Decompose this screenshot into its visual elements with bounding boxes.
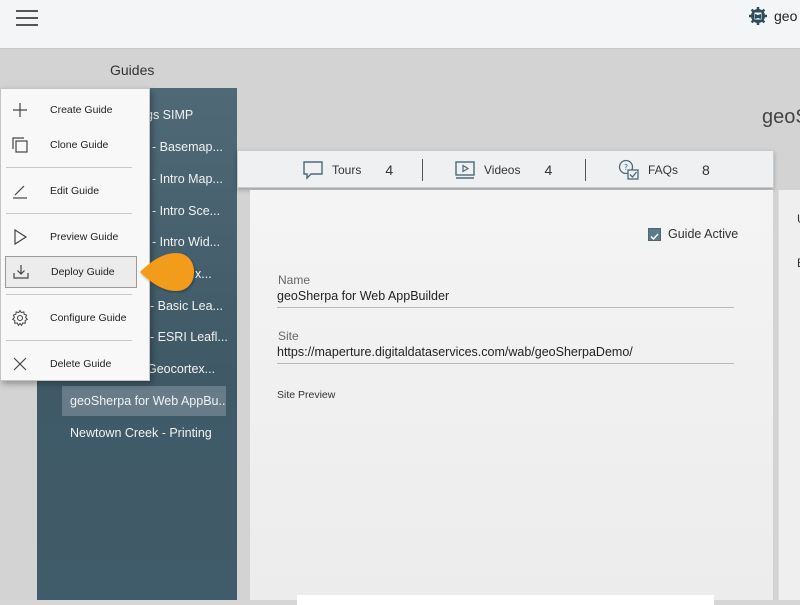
- preview-guide-menu-item[interactable]: Preview Guide: [5, 221, 137, 253]
- clone-guide-menu-item[interactable]: Clone Guide: [5, 129, 137, 161]
- name-label: Name: [278, 273, 311, 287]
- create-guide-menu-item[interactable]: Create Guide: [5, 94, 137, 126]
- guide-list-item[interactable]: - Intro Map...: [152, 164, 223, 194]
- guide-list-item[interactable]: - ESRI Leafl...: [150, 322, 228, 352]
- faqs-label: FAQs: [648, 163, 679, 177]
- menu-item-label: Clone Guide: [50, 139, 109, 151]
- guide-active-checkbox[interactable]: [648, 228, 661, 241]
- menu-separator: [6, 167, 132, 168]
- menu-item-label: Configure Guide: [50, 312, 127, 324]
- guide-active-label: Guide Active: [668, 227, 739, 241]
- divider: [422, 159, 423, 181]
- site-label: Site: [278, 329, 299, 343]
- right-panel: [778, 190, 800, 600]
- page-title: geoS: [762, 106, 800, 128]
- divider: [585, 159, 586, 181]
- menu-separator: [6, 213, 132, 214]
- gear-icon: [11, 309, 29, 327]
- play-icon: [14, 228, 28, 246]
- site-field[interactable]: https://maperture.digitaldataservices.co…: [277, 345, 633, 359]
- guide-list-item[interactable]: gs SIMP: [146, 100, 193, 130]
- guide-list-item-selected[interactable]: geoSherpa for Web AppBu...: [62, 386, 226, 416]
- tours-icon: [303, 161, 323, 180]
- menu-item-label: Delete Guide: [50, 358, 112, 370]
- check-icon: [650, 233, 659, 241]
- site-preview-frame: [297, 595, 714, 605]
- stats-bar: Tours 4 Videos 4 ? FAQs 8: [237, 150, 774, 188]
- guide-list-item[interactable]: Newtown Creek - Printing: [70, 418, 212, 448]
- guide-actions-menu: Create Guide Clone Guide Edit Guide Prev…: [0, 88, 150, 381]
- callout-pointer-icon: [140, 253, 194, 291]
- edit-guide-menu-item[interactable]: Edit Guide: [5, 175, 137, 207]
- brand[interactable]: geo: [748, 6, 797, 26]
- guide-list-item[interactable]: - Basemap...: [152, 132, 223, 162]
- clone-icon: [12, 137, 28, 153]
- guides-heading: Guides: [110, 62, 155, 78]
- videos-count: 4: [544, 162, 553, 178]
- menu-item-label: Create Guide: [50, 104, 113, 116]
- videos-label: Videos: [484, 163, 521, 177]
- guide-list-item[interactable]: x...: [195, 259, 212, 289]
- name-field-underline: [277, 307, 734, 308]
- configure-guide-menu-item[interactable]: Configure Guide: [5, 302, 137, 334]
- top-bar: geo: [0, 0, 800, 49]
- close-icon: [13, 357, 27, 371]
- menu-separator: [6, 340, 132, 341]
- deploy-guide-menu-item[interactable]: Deploy Guide: [5, 256, 137, 288]
- faqs-count: 8: [702, 162, 710, 178]
- plus-icon: [13, 103, 27, 117]
- gear-map-icon: [749, 7, 767, 25]
- site-field-underline: [277, 363, 734, 364]
- delete-guide-menu-item[interactable]: Delete Guide: [5, 348, 137, 380]
- faqs-icon: ?: [618, 159, 639, 180]
- menu-item-label: Edit Guide: [50, 185, 100, 197]
- hamburger-menu-icon[interactable]: [16, 10, 38, 26]
- videos-stat[interactable]: Videos 4: [454, 151, 552, 189]
- menu-item-label: Deploy Guide: [51, 266, 115, 278]
- tours-label: Tours: [332, 163, 362, 177]
- guide-list-item[interactable]: - Basic Lea...: [150, 291, 223, 321]
- site-preview-label: Site Preview: [277, 389, 336, 401]
- name-field[interactable]: geoSherpa for Web AppBuilder: [277, 289, 449, 303]
- tours-count: 4: [385, 162, 394, 178]
- menu-item-label: Preview Guide: [50, 231, 119, 243]
- videos-icon: [455, 161, 475, 179]
- faqs-stat[interactable]: ? FAQs 8: [618, 151, 710, 189]
- tours-stat[interactable]: Tours 4: [302, 151, 393, 189]
- menu-separator: [6, 294, 132, 295]
- download-icon: [13, 265, 29, 279]
- guide-list-item[interactable]: Geocortex...: [147, 354, 215, 384]
- brand-text: geo: [774, 8, 798, 24]
- guide-list-item[interactable]: - Intro Sce...: [152, 196, 220, 226]
- pencil-icon: [13, 185, 27, 199]
